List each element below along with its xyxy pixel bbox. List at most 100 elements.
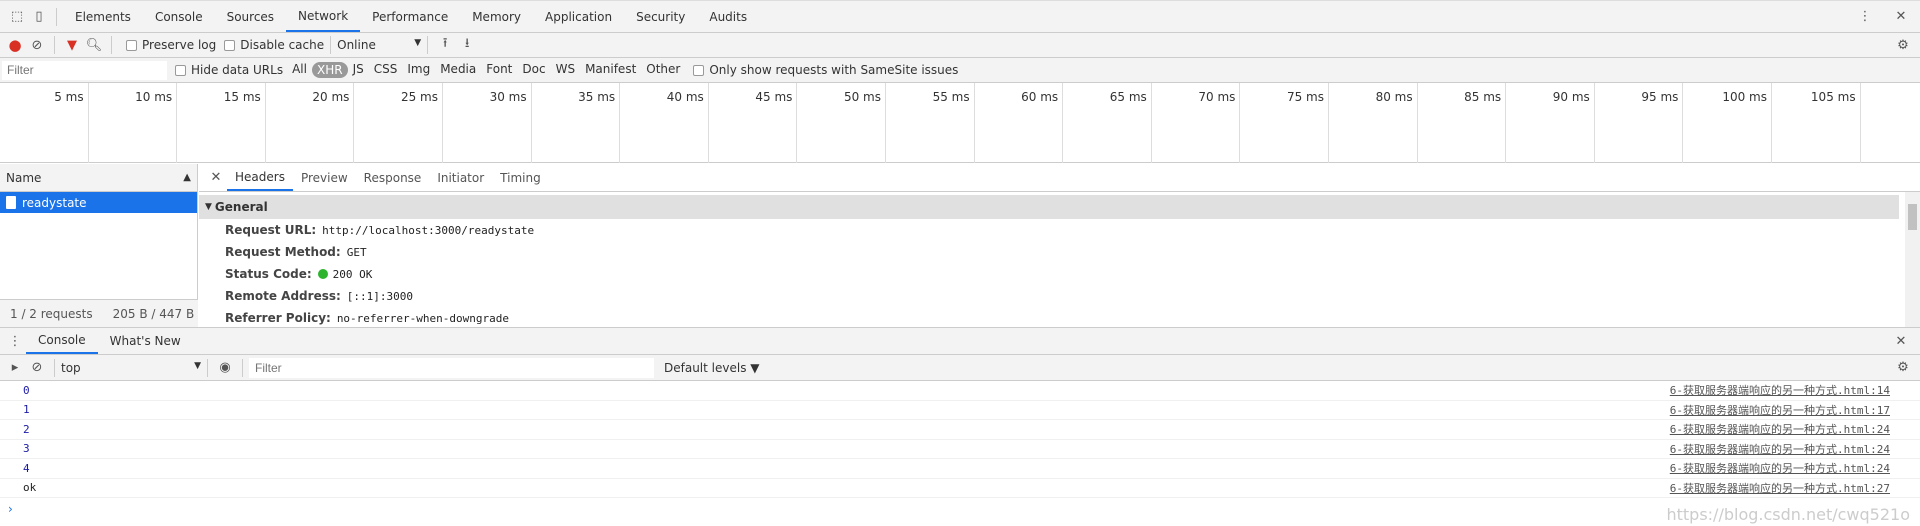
filter-icon[interactable]: ▼ bbox=[61, 38, 83, 53]
source-link[interactable]: 6-获取服务器端响应的另一种方式.html:27 bbox=[1670, 480, 1890, 496]
divider bbox=[56, 7, 57, 26]
source-link[interactable]: 6-获取服务器端响应的另一种方式.html:24 bbox=[1670, 441, 1890, 457]
console-message: ok 6-获取服务器端响应的另一种方式.html:27 bbox=[0, 479, 1920, 498]
scrollbar-thumb[interactable] bbox=[1908, 204, 1917, 230]
request-row[interactable]: readystate bbox=[0, 192, 197, 213]
console-message: 3 6-获取服务器端响应的另一种方式.html:24 bbox=[0, 440, 1920, 459]
source-link[interactable]: 6-获取服务器端响应的另一种方式.html:24 bbox=[1670, 421, 1890, 437]
tab-preview[interactable]: Preview bbox=[293, 164, 356, 191]
console-settings-gear-icon[interactable]: ⚙ bbox=[1892, 360, 1914, 375]
filter-type-doc[interactable]: Doc bbox=[517, 62, 550, 78]
timeline-tick: 55 ms bbox=[886, 83, 975, 163]
transfer-size: 205 B / 447 B tran bbox=[112, 306, 198, 321]
tab-audits[interactable]: Audits bbox=[697, 1, 759, 32]
tab-initiator[interactable]: Initiator bbox=[429, 164, 492, 191]
console-prompt-icon[interactable]: › bbox=[8, 502, 13, 516]
more-icon[interactable]: ⋮ bbox=[1854, 9, 1876, 24]
search-icon[interactable]: 🔍︎ bbox=[83, 38, 105, 53]
close-icon[interactable]: ✕ bbox=[205, 170, 227, 185]
timeline-tick: 105 ms bbox=[1772, 83, 1861, 163]
general-section-header[interactable]: ▼ General bbox=[199, 195, 1899, 219]
close-icon[interactable]: ✕ bbox=[1890, 9, 1912, 24]
field-value: GET bbox=[346, 245, 367, 259]
field-name: Request Method: bbox=[225, 245, 341, 259]
filter-type-ws[interactable]: WS bbox=[551, 62, 580, 78]
filter-type-font[interactable]: Font bbox=[481, 62, 517, 78]
request-count: 1 / 2 requests bbox=[10, 306, 93, 321]
source-link[interactable]: 6-获取服务器端响应的另一种方式.html:17 bbox=[1670, 402, 1890, 418]
throttle-select[interactable]: Online ▼ bbox=[337, 38, 421, 52]
console-message: 0 6-获取服务器端响应的另一种方式.html:14 bbox=[0, 381, 1920, 401]
tab-security[interactable]: Security bbox=[624, 1, 697, 32]
filter-type-other[interactable]: Other bbox=[641, 62, 685, 78]
filter-type-all[interactable]: All bbox=[287, 62, 312, 78]
hide-data-urls-label: Hide data URLs bbox=[191, 63, 284, 77]
clear-console-icon[interactable]: ⊘ bbox=[26, 360, 48, 375]
close-drawer-icon[interactable]: ✕ bbox=[1890, 334, 1912, 349]
tab-network[interactable]: Network bbox=[286, 1, 361, 32]
divider bbox=[427, 36, 429, 54]
drawer-tab-what-s-new[interactable]: What's New bbox=[98, 328, 193, 354]
tab-console[interactable]: Console bbox=[143, 1, 215, 32]
field-name: Referrer Policy: bbox=[225, 311, 331, 325]
console-message: 4 6-获取服务器端响应的另一种方式.html:24 bbox=[0, 459, 1920, 479]
timeline-tick: 5 ms bbox=[0, 83, 89, 163]
export-icon[interactable]: ⭳ bbox=[456, 34, 478, 56]
sort-ascending-icon: ▲ bbox=[183, 172, 191, 183]
source-link[interactable]: 6-获取服务器端响应的另一种方式.html:24 bbox=[1670, 460, 1890, 476]
timeline-tick: 10 ms bbox=[89, 83, 178, 163]
console-message: 2 6-获取服务器端响应的另一种方式.html:24 bbox=[0, 420, 1920, 440]
field-value: http://localhost:3000/readystate bbox=[322, 223, 535, 237]
tab-response[interactable]: Response bbox=[356, 164, 430, 191]
clear-icon[interactable]: ⊘ bbox=[26, 38, 48, 53]
tab-sources[interactable]: Sources bbox=[215, 1, 286, 32]
import-icon[interactable]: ⭱ bbox=[434, 34, 456, 56]
filter-type-img[interactable]: Img bbox=[402, 62, 435, 78]
drawer-tab-console[interactable]: Console bbox=[26, 328, 98, 354]
hide-data-urls-checkbox[interactable]: Hide data URLs bbox=[167, 63, 283, 77]
record-icon[interactable]: ● bbox=[4, 36, 26, 54]
filter-type-xhr[interactable]: XHR bbox=[311, 62, 348, 78]
timeline-tick: 90 ms bbox=[1506, 83, 1595, 163]
divider bbox=[207, 358, 208, 377]
timeline-tick: 75 ms bbox=[1240, 83, 1329, 163]
drawer-menu-icon[interactable]: ⋮ bbox=[4, 334, 26, 349]
samesite-checkbox[interactable]: Only show requests with SameSite issues bbox=[685, 63, 958, 77]
log-levels-select[interactable]: Default levels ▼ bbox=[664, 361, 760, 375]
gear-icon[interactable]: ⚙ bbox=[1892, 38, 1914, 53]
timeline-tick: 25 ms bbox=[354, 83, 443, 163]
tab-headers[interactable]: Headers bbox=[227, 164, 293, 191]
disable-cache-checkbox[interactable]: Disable cache bbox=[216, 38, 324, 52]
inspect-icon[interactable]: ⬚ bbox=[6, 9, 28, 24]
tab-timing[interactable]: Timing bbox=[492, 164, 549, 191]
tab-performance[interactable]: Performance bbox=[360, 1, 460, 32]
tab-application[interactable]: Application bbox=[533, 1, 624, 32]
network-timeline[interactable]: 5 ms 10 ms 15 ms 20 ms 25 ms 30 ms 35 ms 40 ms 4… bbox=[0, 83, 1920, 163]
document-icon bbox=[6, 196, 16, 209]
console-filter-input[interactable] bbox=[249, 357, 654, 378]
filter-type-css[interactable]: CSS bbox=[369, 62, 403, 78]
source-link[interactable]: 6-获取服务器端响应的另一种方式.html:14 bbox=[1670, 382, 1890, 398]
triangle-down-icon: ▼ bbox=[205, 202, 212, 212]
watermark: https://blog.csdn.net/cwq521o bbox=[1666, 505, 1910, 524]
divider bbox=[242, 358, 243, 377]
filter-type-manifest[interactable]: Manifest bbox=[580, 62, 641, 78]
name-column-header[interactable]: Name ▲ bbox=[0, 164, 197, 192]
log-value: 4 bbox=[23, 461, 30, 475]
device-toolbar-icon[interactable]: ▯ bbox=[28, 9, 50, 24]
tab-elements[interactable]: Elements bbox=[63, 1, 143, 32]
timeline-tick: 80 ms bbox=[1329, 83, 1418, 163]
preserve-log-checkbox[interactable]: Preserve log bbox=[118, 38, 216, 52]
filter-type-js[interactable]: JS bbox=[348, 62, 369, 78]
timeline-tick: 15 ms bbox=[177, 83, 266, 163]
eye-icon[interactable]: ◉ bbox=[214, 360, 236, 375]
context-select[interactable]: top ▼ bbox=[61, 361, 201, 375]
tab-memory[interactable]: Memory bbox=[460, 1, 533, 32]
log-value: ok bbox=[23, 481, 37, 495]
sidebar-toggle-icon[interactable]: ▸ bbox=[4, 360, 26, 375]
scrollbar[interactable] bbox=[1905, 192, 1920, 327]
timeline-tick: 65 ms bbox=[1063, 83, 1152, 163]
filter-input[interactable] bbox=[2, 60, 167, 80]
filter-type-media[interactable]: Media bbox=[435, 62, 481, 78]
divider bbox=[54, 358, 55, 377]
